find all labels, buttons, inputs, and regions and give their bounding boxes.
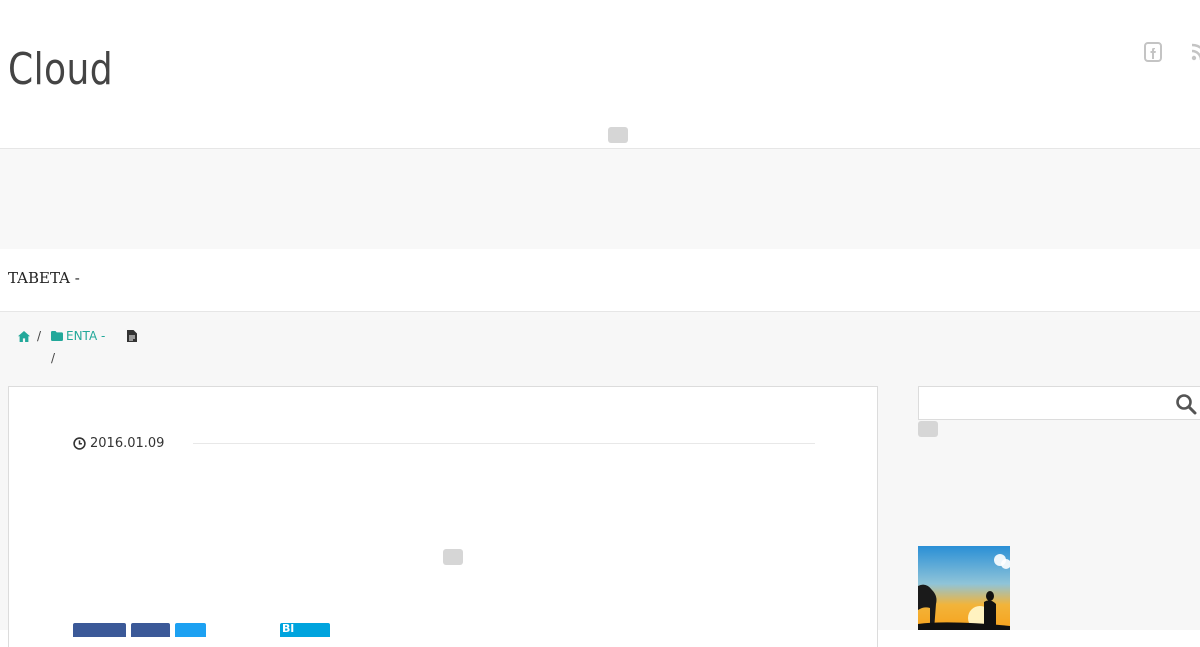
widget-placeholder-icon [918,421,938,437]
twitter-share-button[interactable] [175,623,206,637]
header-band [0,148,1200,250]
clock-icon [73,437,86,450]
main-area: / ENTA - / 2016.01.09 Bl [0,312,1200,647]
search-icon[interactable] [1175,393,1197,415]
hatena-bookmark-label: Bl [282,622,295,635]
post-date-text: 2016.01.09 [90,436,165,451]
post-date: 2016.01.09 [73,436,164,451]
breadcrumb-separator: / [37,329,42,343]
file-icon [127,330,137,345]
hatena-bookmark-button[interactable]: Bl [280,623,330,637]
page-heading-bar: TABETA - [0,249,1200,312]
sidebar-post-thumbnail[interactable] [918,546,1010,630]
facebook-share-button[interactable] [73,623,126,637]
google-plus-share-button[interactable] [131,623,170,637]
breadcrumb-category-link[interactable]: ENTA - [51,329,105,343]
menu-toggle-icon[interactable] [608,127,628,143]
page-heading: TABETA - [8,269,80,287]
facebook-icon[interactable] [1144,42,1162,62]
breadcrumb-separator: / [51,351,56,365]
search-input[interactable] [919,387,1163,421]
home-icon[interactable] [18,331,30,345]
site-header: Cloud [0,0,1200,148]
breadcrumb-category-label: ENTA - [66,329,106,343]
article-card: 2016.01.09 Bl [8,386,878,647]
image-placeholder-icon [443,549,463,565]
folder-icon [51,331,63,341]
rss-icon[interactable] [1190,42,1200,62]
site-title[interactable]: Cloud [8,44,113,95]
divider [193,443,815,444]
sidebar-search [918,386,1200,421]
